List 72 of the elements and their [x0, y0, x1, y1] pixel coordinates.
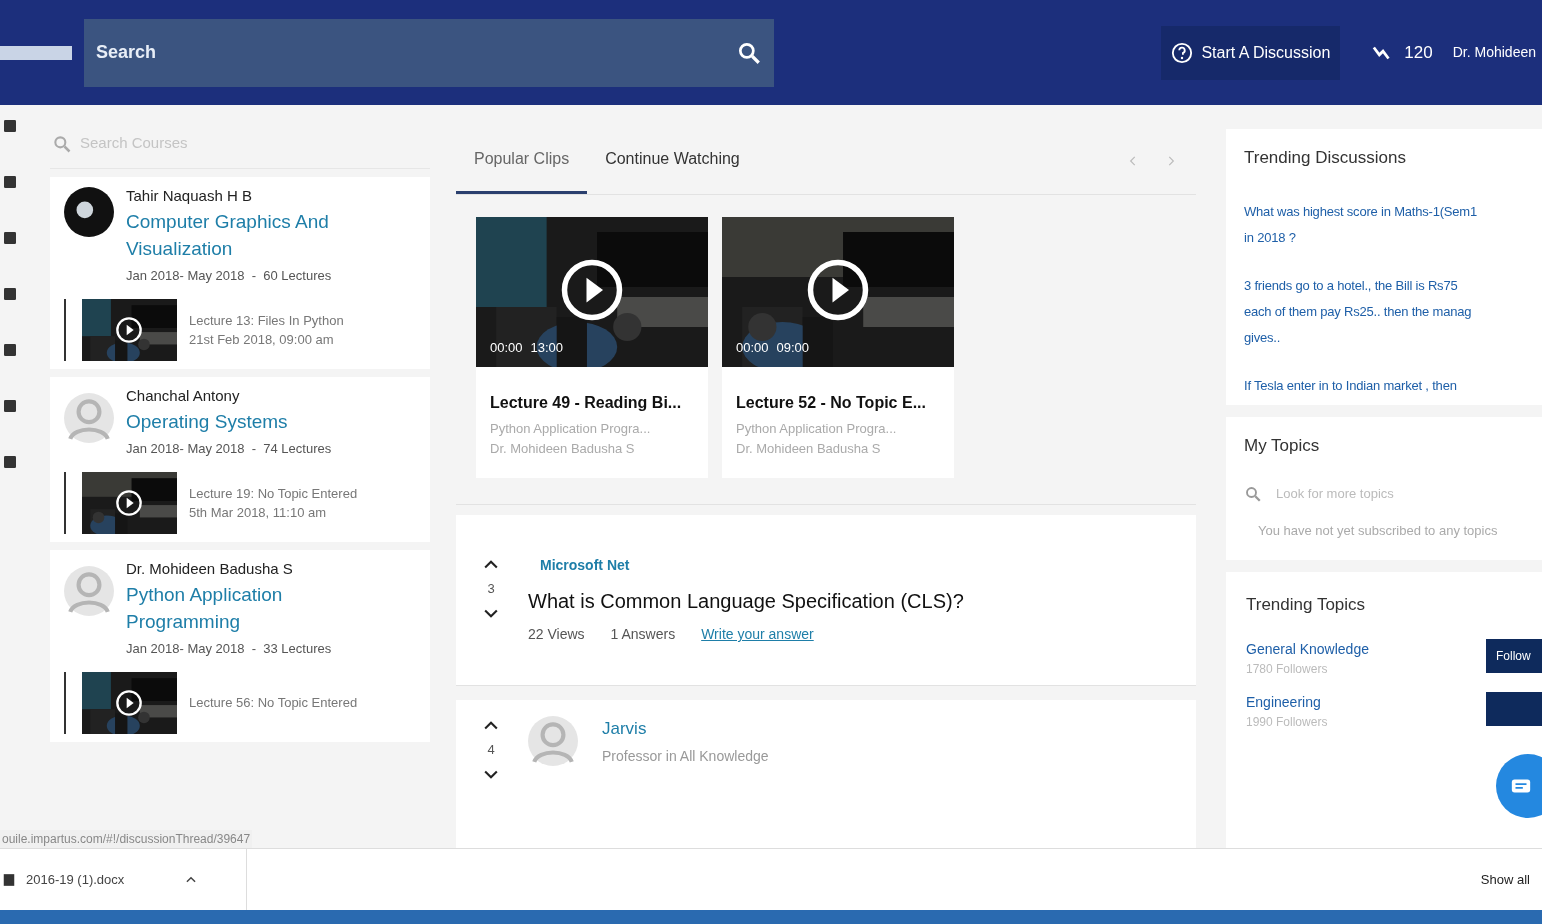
points-count: 120 — [1404, 41, 1433, 64]
discussion-link[interactable]: If Tesla enter in to Indian market , then — [1244, 372, 1538, 399]
write-answer-link[interactable]: Write your answer — [701, 624, 814, 645]
play-icon — [115, 689, 143, 717]
clip-instructor: Dr. Mohideen Badusha S — [490, 439, 636, 458]
section-title: Trending Topics — [1246, 593, 1367, 616]
course-meta: Jan 2018- May 2018 - 74 Lectures — [126, 439, 333, 458]
course-meta: Jan 2018- May 2018 - 33 Lectures — [126, 639, 333, 658]
user-name[interactable]: Dr. Mohideen — [1452, 42, 1536, 63]
answerer-name[interactable]: Jarvis — [602, 716, 769, 742]
start-discussion-button[interactable]: Start A Discussion — [1161, 25, 1341, 80]
question-icon — [1171, 41, 1194, 64]
section-title: My Topics — [1244, 434, 1321, 457]
topic-link[interactable]: Engineering — [1246, 692, 1486, 713]
discussion-link[interactable]: 3 friends go to a hotel., the Bill is Rs75 — [1244, 272, 1538, 299]
clip-instructor: Dr. Mohideen Badusha S — [736, 439, 882, 458]
lecture-date: 21st Feb 2018, 09:00 am — [189, 331, 335, 349]
discussion-link[interactable]: in 2018 ? — [1244, 224, 1538, 251]
status-url: ouile.impartus.com/#!/discussionThread/39647 — [0, 830, 253, 848]
instructor-name: Tahir Naquash H B — [126, 186, 253, 206]
tab[interactable]: Continue Watching — [587, 127, 758, 194]
lecture-title[interactable]: Lecture 13: Files In Python — [189, 310, 344, 330]
show-all-button[interactable]: Show all — [1480, 869, 1530, 890]
instructor-name: Chanchal Antony — [126, 386, 241, 406]
file-name: 2016-19 (1).docx — [26, 870, 125, 889]
follower-count: 1780 Followers — [1246, 661, 1329, 678]
clip-title[interactable]: Lecture 52 - No Topic E... — [736, 391, 940, 415]
topic-tag[interactable]: Microsoft Net — [540, 555, 964, 576]
play-icon — [115, 489, 143, 517]
clip-course: Python Application Progra... — [736, 420, 898, 438]
discussion-link[interactable]: gives.. — [1244, 324, 1538, 351]
discussion-link[interactable]: What was highest score in Maths-1(Sem1 — [1244, 198, 1538, 225]
view-count: 22 Views — [528, 625, 585, 644]
time-total: 13:00 — [530, 338, 564, 357]
discussion-link[interactable]: each of them pay Rs25.. then the manag — [1244, 298, 1538, 325]
lecture-title[interactable]: Lecture 56: No Topic Entered — [189, 693, 358, 713]
vote-count: 4 — [487, 741, 495, 759]
course-title-link[interactable]: Python Application Programming — [126, 580, 356, 635]
vote-count: 3 — [487, 580, 495, 598]
document-icon — [2, 871, 16, 888]
chat-button[interactable] — [1496, 754, 1542, 818]
search-field[interactable]: Search — [96, 39, 736, 66]
course-meta: Jan 2018- May 2018 - 60 Lectures — [126, 266, 333, 285]
follow-button[interactable]: Follow — [1486, 639, 1542, 673]
time-elapsed: 00:00 — [736, 338, 769, 357]
lecture-title[interactable]: Lecture 19: No Topic Entered — [189, 483, 358, 503]
course-title-link[interactable]: Operating Systems — [126, 407, 356, 435]
answer-count: 1 Answers — [610, 625, 676, 644]
search-bar[interactable]: Search — [84, 18, 774, 87]
lecture-date: 5th Mar 2018, 11:10 am — [189, 504, 328, 522]
time-total: 09:00 — [776, 338, 810, 357]
avatar-icon — [64, 393, 114, 443]
question-title[interactable]: What is Common Language Specification (CLS)? — [528, 586, 964, 616]
play-icon — [115, 316, 143, 344]
section-title: Trending Discussions — [1244, 147, 1407, 169]
avatar-icon — [64, 187, 114, 237]
instructor-name: Dr. Mohideen Badusha S — [126, 559, 294, 579]
follower-count: 1990 Followers — [1246, 714, 1329, 731]
avatar-icon — [64, 566, 114, 616]
clip-course: Python Application Progra... — [490, 420, 652, 438]
time-elapsed: 00:00 — [490, 338, 523, 357]
topic-link[interactable]: General Knowledge — [1246, 639, 1486, 660]
avatar-icon — [528, 716, 578, 766]
course-title-link[interactable]: Computer Graphics And Visualization — [126, 207, 356, 262]
empty-message: You have not yet subscribed to any topics — [1257, 521, 1499, 540]
clip-title[interactable]: Lecture 49 - Reading Bi... — [490, 391, 694, 415]
play-icon — [559, 257, 625, 323]
tab[interactable]: Popular Clips — [456, 127, 588, 194]
topic-search-field[interactable]: Look for more topics — [1276, 484, 1538, 504]
answerer-role: Professor in All Knowledge — [602, 746, 769, 766]
logo-strip — [0, 45, 72, 60]
play-icon — [805, 257, 871, 323]
